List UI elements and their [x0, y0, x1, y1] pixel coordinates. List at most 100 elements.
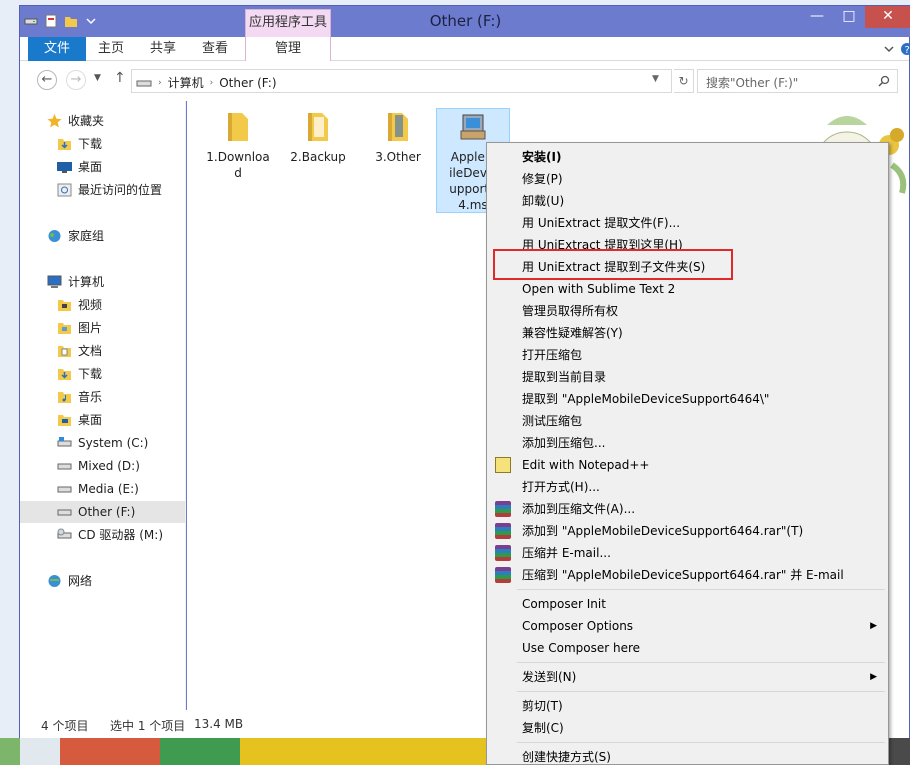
tab-file[interactable]: 文件 [28, 37, 86, 61]
help-icon[interactable]: ? [900, 42, 910, 56]
sidebar-item-desktop[interactable]: 桌面 [20, 156, 185, 178]
sidebar-item-drive-d[interactable]: Mixed (D:) [20, 455, 185, 477]
sidebar-item-documents[interactable]: 文档 [20, 340, 185, 362]
submenu-arrow-icon: ▶ [870, 621, 877, 631]
forward-button[interactable]: → [66, 70, 86, 90]
drive-icon [57, 486, 72, 493]
recent-places-icon [57, 183, 72, 197]
sidebar-item-drive-m[interactable]: CD 驱动器 (M:) [20, 524, 185, 546]
context-menu-item[interactable]: 打开压缩包 [490, 344, 885, 366]
context-menu-item[interactable]: Composer Init [490, 593, 885, 615]
context-menu-item[interactable]: Composer Options ▶ [490, 615, 885, 637]
tab-manage[interactable]: 管理 [245, 37, 331, 61]
music-folder-icon [58, 392, 71, 403]
context-menu-item-label: 剪切(T) [522, 699, 563, 713]
file-item-folder[interactable]: 2.Backup [282, 109, 354, 165]
selected-count: 选中 1 个项目 [110, 719, 186, 733]
maximize-button[interactable]: □ [834, 6, 864, 28]
address-bar[interactable]: › 计算机 › Other (F:) ▼ [131, 69, 672, 93]
context-menu-item[interactable]: Open with Sublime Text 2 [490, 278, 885, 300]
refresh-button[interactable]: ↻ [674, 69, 694, 93]
sidebar-homegroup[interactable]: 家庭组 [20, 225, 185, 247]
submenu-arrow-icon: ▶ [870, 672, 877, 682]
context-menu-item[interactable]: 压缩到 "AppleMobileDeviceSupport6464.rar" 并… [490, 564, 885, 586]
context-menu-item-label: 发送到(N) [522, 670, 577, 684]
context-menu-item[interactable]: 提取到 "AppleMobileDeviceSupport6464\" [490, 388, 885, 410]
search-icon [878, 75, 890, 87]
sidebar-homegroup-label: 家庭组 [68, 229, 105, 243]
sidebar-item-downloads[interactable]: 下载 [20, 133, 185, 155]
pictures-folder-icon [58, 323, 71, 334]
sidebar-item-drive-e[interactable]: Media (E:) [20, 478, 185, 500]
breadcrumb-computer[interactable]: 计算机 [168, 74, 204, 91]
context-menu-item[interactable]: 修复(P) [490, 168, 885, 190]
sidebar-item-label: CD 驱动器 (M:) [78, 528, 164, 542]
sidebar-item-videos[interactable]: 视频 [20, 294, 185, 316]
network-icon [48, 575, 61, 587]
context-menu-item[interactable]: 卸载(U) [490, 190, 885, 212]
sidebar-item-drive-c[interactable]: System (C:) [20, 432, 185, 454]
file-name-line: d [234, 166, 242, 180]
context-menu-item[interactable]: 创建快捷方式(S) [490, 746, 885, 764]
sidebar-network[interactable]: 网络 [20, 570, 185, 592]
chevron-down-icon[interactable]: ▼ [652, 74, 659, 84]
menu-separator [517, 589, 885, 590]
back-button[interactable]: ← [37, 70, 57, 90]
context-menu-item[interactable]: 添加到压缩文件(A)... [490, 498, 885, 520]
computer-icon [47, 275, 62, 288]
recent-locations-icon[interactable]: ▼ [94, 73, 101, 83]
minimize-button[interactable]: — [802, 6, 832, 28]
context-menu-item[interactable]: 用 UniExtract 提取文件(F)... [490, 212, 885, 234]
sidebar-item-label: 下载 [78, 367, 103, 381]
context-menu-item[interactable]: 打开方式(H)... [490, 476, 885, 498]
context-menu-item-label: 用 UniExtract 提取文件(F)... [522, 216, 681, 230]
breadcrumb-drive[interactable]: Other (F:) [219, 76, 276, 90]
sidebar-item-desktop[interactable]: 桌面 [20, 409, 185, 431]
file-item-folder[interactable]: 1.Downloa d [202, 109, 274, 181]
sidebar-item-label: 最近访问的位置 [78, 183, 163, 197]
tab-share[interactable]: 共享 [138, 37, 188, 61]
item-count: 4 个项目 [41, 719, 89, 733]
context-menu-item-label: 添加到 "AppleMobileDeviceSupport6464.rar"(T… [522, 524, 804, 538]
context-menu-item[interactable]: 兼容性疑难解答(Y) [490, 322, 885, 344]
context-menu-item-label: Use Composer here [522, 641, 641, 655]
context-menu-item[interactable]: 压缩并 E-mail... [490, 542, 885, 564]
notepad-icon [495, 457, 511, 473]
folder-icon [388, 113, 408, 141]
ribbon-expand-icon[interactable] [882, 42, 896, 56]
file-item-folder[interactable]: 3.Other [362, 109, 434, 165]
sidebar-item-pictures[interactable]: 图片 [20, 317, 185, 339]
sidebar-favorites[interactable]: 收藏夹 [20, 110, 185, 132]
tab-view[interactable]: 查看 [190, 37, 240, 61]
sidebar-computer[interactable]: 计算机 [20, 271, 185, 293]
context-menu-item[interactable]: 添加到压缩包... [490, 432, 885, 454]
context-menu-item-label: 兼容性疑难解答(Y) [522, 326, 623, 340]
context-menu-item[interactable]: 剪切(T) [490, 695, 885, 717]
context-menu-item[interactable]: 测试压缩包 [490, 410, 885, 432]
context-menu-item[interactable]: Edit with Notepad++ [490, 454, 885, 476]
context-menu-item-label: 卸载(U) [522, 194, 565, 208]
sidebar-item-recent[interactable]: 最近访问的位置 [20, 179, 185, 201]
search-input[interactable]: 搜索"Other (F:)" [697, 69, 898, 93]
context-menu-item[interactable]: 复制(C) [490, 717, 885, 739]
context-menu-item-label: 修复(P) [522, 172, 563, 186]
context-menu-item[interactable]: 提取到当前目录 [490, 366, 885, 388]
sidebar-item-music[interactable]: 音乐 [20, 386, 185, 408]
up-button[interactable]: ↑ [114, 70, 126, 86]
navigation-pane: 收藏夹 下载 桌面 最近访问的位置 家庭组 计算机 视频 图片 文档 下载 音乐… [20, 101, 186, 710]
context-menu-item[interactable]: Use Composer here [490, 637, 885, 659]
close-button[interactable]: ✕ [865, 6, 910, 28]
menu-separator [517, 742, 885, 743]
menu-separator [517, 662, 885, 663]
context-menu-item[interactable]: 添加到 "AppleMobileDeviceSupport6464.rar"(T… [490, 520, 885, 542]
context-menu-item[interactable]: 管理员取得所有权 [490, 300, 885, 322]
context-menu-item[interactable]: 安装(I) [490, 146, 885, 168]
context-menu-item[interactable]: 发送到(N) ▶ [490, 666, 885, 688]
tab-home[interactable]: 主页 [86, 37, 136, 61]
sidebar-item-downloads[interactable]: 下载 [20, 363, 185, 385]
title-bar[interactable]: 应用程序工具 Other (F:) — □ ✕ [20, 6, 910, 37]
context-menu-item-label: 压缩并 E-mail... [522, 546, 611, 560]
desktop-icon [57, 162, 72, 173]
sidebar-item-drive-f[interactable]: Other (F:) [20, 501, 185, 523]
sidebar-item-label: System (C:) [78, 436, 149, 450]
